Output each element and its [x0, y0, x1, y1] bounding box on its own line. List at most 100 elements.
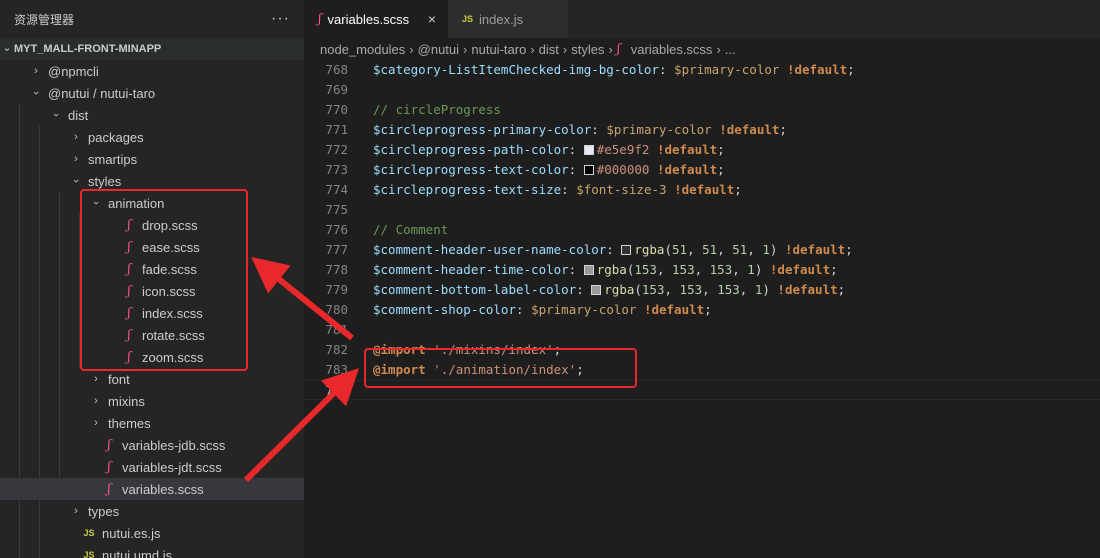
tree-folder[interactable]: › types: [0, 500, 304, 522]
tree-folder[interactable]: › themes: [0, 412, 304, 434]
tree-file[interactable]: ʃ rotate.scss: [0, 324, 304, 346]
code-line[interactable]: 776 // Comment: [304, 220, 1100, 240]
sass-icon: ʃ: [107, 459, 111, 475]
tree-file[interactable]: ʃ variables-jdb.scss: [0, 434, 304, 456]
tree-file[interactable]: ʃ icon.scss: [0, 280, 304, 302]
color-swatch[interactable]: [583, 265, 594, 275]
tree-folder[interactable]: › dist: [0, 104, 304, 126]
chevron-down-icon: ›: [90, 201, 102, 205]
chevron-right-icon: ›: [94, 395, 98, 407]
breadcrumb-item[interactable]: nutui-taro: [471, 42, 526, 57]
chevron-down-icon: ›: [50, 113, 62, 117]
indent-guide: [19, 258, 20, 280]
breadcrumb-separator-icon: ›: [463, 41, 468, 57]
tree-item-label: styles: [88, 173, 122, 189]
more-actions-icon[interactable]: ···: [271, 10, 290, 28]
tree-file[interactable]: JS nutui.umd.js: [0, 544, 304, 558]
indent-guide: [39, 192, 40, 214]
code-text: $circleprogress-path-color: #e5e9f2 !def…: [348, 140, 725, 160]
line-number: 771: [325, 122, 348, 137]
indent-guide: [19, 522, 20, 544]
tree-file[interactable]: ʃ fade.scss: [0, 258, 304, 280]
editor-area: ʃ variables.scss × JS index.js node_modu…: [304, 0, 1100, 558]
tab-variables-scss[interactable]: ʃ variables.scss ×: [304, 0, 448, 38]
line-number: 772: [325, 142, 348, 157]
breadcrumb-item[interactable]: dist: [539, 42, 559, 57]
tree-folder[interactable]: › animation: [0, 192, 304, 214]
indent-guide: [79, 258, 80, 280]
code-token: $primary-color: [606, 122, 712, 137]
breadcrumb-item[interactable]: node_modules: [320, 42, 405, 57]
tree-folder[interactable]: › mixins: [0, 390, 304, 412]
line-number: 776: [325, 222, 348, 237]
code-line[interactable]: 771 $circleprogress-primary-color: $prima…: [304, 120, 1100, 140]
code-text: $comment-header-time-color: rgba(153, 15…: [348, 260, 838, 280]
code-line[interactable]: 769: [304, 80, 1100, 100]
tree-file[interactable]: ʃ index.scss: [0, 302, 304, 324]
breadcrumb-item[interactable]: variables.scss: [631, 42, 713, 57]
tree-file[interactable]: ʃ ease.scss: [0, 236, 304, 258]
code-line[interactable]: 779 $comment-bottom-label-color: rgba(153…: [304, 280, 1100, 300]
project-root[interactable]: › MYT_MALL-FRONT-MINAPP: [0, 38, 304, 60]
sass-icon: ʃ: [127, 239, 131, 255]
tree-file[interactable]: ʃ variables.scss: [0, 478, 304, 500]
tree-folder[interactable]: › smartips: [0, 148, 304, 170]
code-token: 153: [672, 262, 695, 277]
code-token: $circleprogress-primary-color: [373, 122, 592, 137]
tree-item-label: drop.scss: [142, 217, 198, 233]
code-token: $comment-header-user-name-color: [373, 242, 607, 257]
code-line[interactable]: 774 $circleprogress-text-size: $font-size…: [304, 180, 1100, 200]
tree-folder[interactable]: › packages: [0, 126, 304, 148]
breadcrumb-item[interactable]: @nutui: [418, 42, 459, 57]
indent-guide: [59, 236, 60, 258]
tree-file[interactable]: ʃ zoom.scss: [0, 346, 304, 368]
tree-folder[interactable]: › font: [0, 368, 304, 390]
chevron-down-icon: ›: [30, 91, 42, 95]
tab-index-js[interactable]: JS index.js: [448, 0, 568, 38]
line-number: 773: [325, 162, 348, 177]
color-swatch[interactable]: [621, 245, 632, 255]
code-line[interactable]: 777 $comment-header-user-name-color: rgba…: [304, 240, 1100, 260]
tree-folder[interactable]: › @npmcli: [0, 60, 304, 82]
indent-guide: [59, 478, 60, 500]
code-line[interactable]: 778 $comment-header-time-color: rgba(153,…: [304, 260, 1100, 280]
code-editor[interactable]: 768 $category-ListItemChecked-img-bg-colo…: [304, 60, 1100, 400]
tree-folder[interactable]: › styles: [0, 170, 304, 192]
code-token: ;: [845, 242, 853, 257]
indent-guide: [19, 544, 20, 558]
code-token: ,: [747, 242, 763, 257]
code-token: (: [634, 282, 642, 297]
code-line[interactable]: 781: [304, 320, 1100, 340]
tree-file[interactable]: JS nutui.es.js: [0, 522, 304, 544]
line-number: 768: [325, 62, 348, 77]
code-line[interactable]: 772 $circleprogress-path-color: #e5e9f2 !…: [304, 140, 1100, 160]
color-swatch[interactable]: [583, 165, 594, 175]
tree-folder[interactable]: › @nutui / nutui-taro: [0, 82, 304, 104]
code-line[interactable]: 773 $circleprogress-text-color: #000000 !…: [304, 160, 1100, 180]
code-line[interactable]: 783 @import './animation/index';: [304, 360, 1100, 380]
code-line[interactable]: 775: [304, 200, 1100, 220]
code-line[interactable]: 780 $comment-shop-color: $primary-color !…: [304, 300, 1100, 320]
code-line[interactable]: 768 $category-ListItemChecked-img-bg-colo…: [304, 60, 1100, 80]
code-line[interactable]: 784: [304, 380, 1100, 400]
code-token: !default: [786, 62, 848, 77]
code-token: $font-size-3: [576, 182, 667, 197]
sass-icon: ʃ: [127, 283, 131, 299]
code-text: $comment-shop-color: $primary-color !def…: [348, 300, 712, 320]
sass-icon: ʃ: [127, 305, 131, 321]
code-line[interactable]: 782 @import './mixins/index';: [304, 340, 1100, 360]
code-text: $circleprogress-text-size: $font-size-3 …: [348, 180, 742, 200]
code-line[interactable]: 770 // circleProgress: [304, 100, 1100, 120]
tree-item-label: themes: [108, 415, 151, 431]
breadcrumb-item[interactable]: ...: [725, 42, 736, 57]
close-icon[interactable]: ×: [428, 11, 436, 27]
code-token: ,: [732, 262, 748, 277]
color-swatch[interactable]: [591, 285, 602, 295]
color-swatch[interactable]: [583, 145, 594, 155]
tree-file[interactable]: ʃ drop.scss: [0, 214, 304, 236]
tree-file[interactable]: ʃ variables-jdt.scss: [0, 456, 304, 478]
breadcrumb-item[interactable]: styles: [571, 42, 604, 57]
